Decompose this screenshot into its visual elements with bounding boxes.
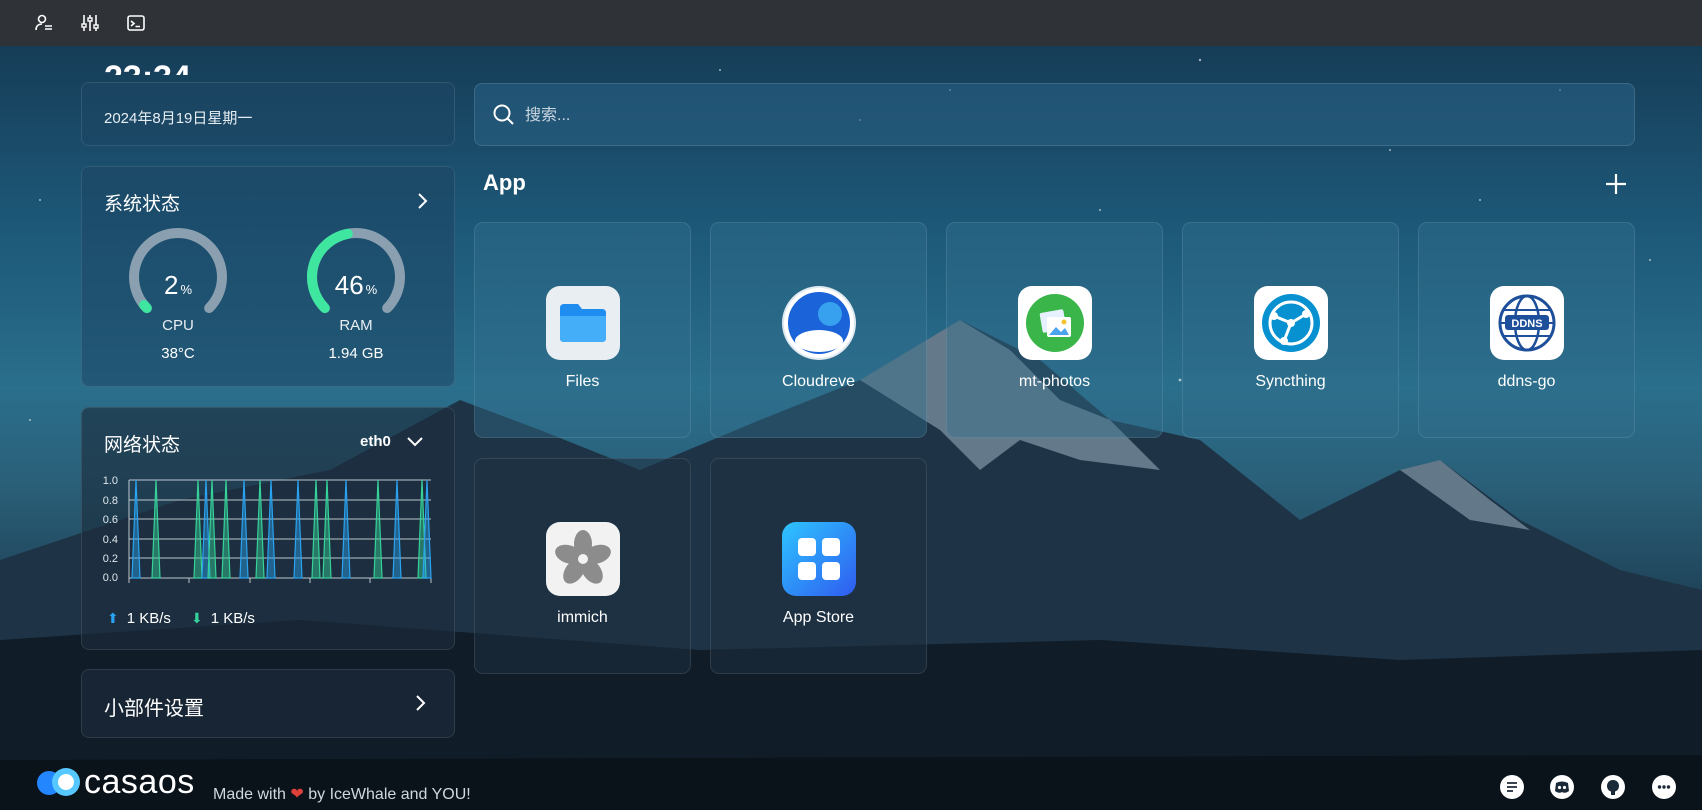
upload-spike [293,479,303,579]
network-status-title: 网络状态 [104,435,181,456]
y-tick-label: 1.0 [103,475,118,487]
upload-spike [341,479,351,579]
upload-spike [239,479,249,579]
search-bar [474,83,1635,146]
cpu-label: CPU [162,317,194,334]
y-axis-labels: 1.0 0.8 0.6 0.4 0.2 0.0 [103,475,118,584]
discord-icon[interactable] [1549,774,1575,800]
sliders-icon [81,15,99,31]
app-label: ddns-go [1497,373,1556,390]
cloudreve-icon [782,286,856,360]
app-grid-icon [782,522,856,596]
message-icon[interactable] [1499,774,1525,800]
download-spike [151,479,161,579]
chevron-right-icon[interactable] [412,191,432,211]
download-spike [311,479,321,579]
ram-label: RAM [339,317,373,334]
system-status-title: 系统状态 [104,194,181,215]
download-spike [221,479,231,579]
photos-icon [1018,286,1092,360]
user-settings-button[interactable] [29,8,59,38]
app-label: Cloudreve [782,373,855,390]
y-tick-label: 0.0 [103,572,118,584]
download-spike [207,479,217,579]
app-tile-immich[interactable]: immich [474,458,691,674]
download-spike [373,479,383,579]
ram-value: 46% [334,270,378,300]
download-rate: ⬇ 1 KB/s [191,610,255,627]
add-app-button[interactable] [1603,171,1629,197]
apps-section-title: App [483,170,526,195]
cpu-temperature: 38°C [161,345,195,362]
chevron-right-icon [416,695,426,711]
clock-time: 23:34 [104,63,191,75]
download-arrow-icon: ⬇ [191,610,203,626]
folder-icon [546,286,620,360]
settings-sliders-button[interactable] [75,8,105,38]
syncthing-icon [1254,286,1328,360]
system-status-widget: 系统状态 2% CPU 38°C 46% RAM 1.94 GB [81,166,455,387]
ram-usage: 1.94 GB [328,345,384,362]
y-tick-label: 0.8 [103,495,118,507]
upload-spike [266,479,276,579]
terminal-button[interactable] [121,8,151,38]
upload-rate: ⬆ 1 KB/s [107,610,171,627]
chevron-down-icon [407,437,423,447]
clock-widget: 23:34 2024年8月19日星期一 [81,63,455,146]
app-label: Files [565,373,600,390]
download-spike [255,479,265,579]
download-spike [193,479,203,579]
widget-settings-button[interactable]: 小部件设置 [81,669,455,738]
cpu-gauge-fill [139,300,152,314]
app-tile-cloudreve[interactable]: Cloudreve [710,222,927,438]
search-icon [493,104,514,125]
app-label: immich [557,609,608,626]
app-label: mt-photos [1018,373,1091,390]
interface-name: eth0 [360,432,391,450]
made-with-text: Made with ❤ by IceWhale and YOU! [213,786,471,803]
y-tick-label: 0.4 [103,534,118,546]
brand-name: casaos [84,763,195,801]
search-input[interactable] [523,102,1607,130]
app-label: Syncthing [1255,373,1326,390]
github-icon[interactable] [1600,774,1626,800]
app-tile-app-store[interactable]: App Store [710,458,927,674]
clock-date: 2024年8月19日星期一 [104,110,253,127]
y-tick-label: 0.2 [103,553,118,565]
casaos-logo-icon [37,768,80,796]
network-traffic-chart: 1.0 0.8 0.6 0.4 0.2 0.0 [103,475,432,584]
top-bar [0,0,1702,46]
immich-pinwheel-icon [546,522,620,596]
terminal-icon [127,15,145,31]
upload-arrow-icon: ⬆ [107,610,119,626]
y-tick-label: 0.6 [103,514,118,526]
heart-icon: ❤ [290,786,304,803]
app-tile-mt-photos[interactable]: mt-photos [946,222,1163,438]
cpu-value: 2% [163,270,193,300]
widget-settings-label: 小部件设置 [104,698,204,720]
app-tile-ddns-go[interactable]: DDNS ddns-go [1418,222,1635,438]
svg-text:DDNS: DDNS [1511,318,1542,330]
chat-bubble-icon[interactable] [1651,774,1677,800]
ddns-globe-icon: DDNS [1490,286,1564,360]
casaos-logo: casaos [36,765,195,799]
download-spike [322,479,332,579]
upload-spike [392,479,402,579]
interface-selector[interactable]: eth0 [360,431,425,451]
app-label: App Store [782,609,855,626]
app-tile-files[interactable]: Files [474,222,691,438]
user-settings-icon [35,14,52,31]
upload-spike [131,479,141,579]
app-tile-syncthing[interactable]: Syncthing [1182,222,1399,438]
network-status-widget: 网络状态 eth0 1.0 0.8 0.6 0.4 0.2 0.0 ⬆ 1 KB… [81,407,455,650]
